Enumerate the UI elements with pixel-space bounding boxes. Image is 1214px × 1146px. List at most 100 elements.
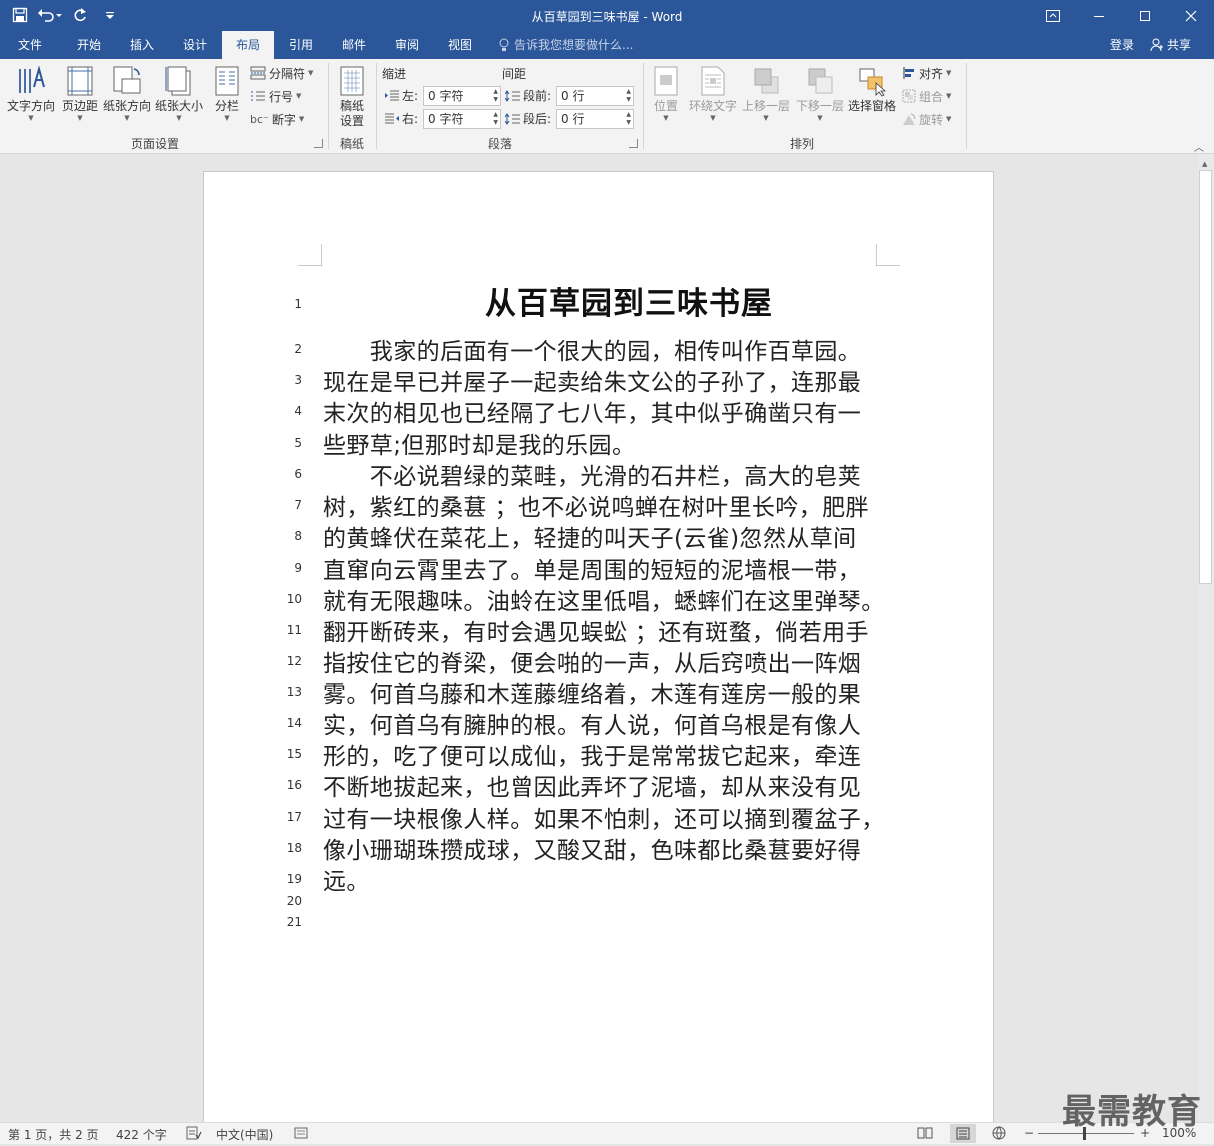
tell-me-box[interactable]: 告诉我您想要做什么...: [498, 31, 633, 59]
scrollbar-thumb[interactable]: [1199, 170, 1212, 584]
sign-in-link[interactable]: 登录: [1110, 31, 1134, 59]
margins-icon: [58, 63, 102, 97]
minimize-icon[interactable]: [1076, 0, 1122, 31]
line-numbers-button[interactable]: 行号 ▼: [250, 86, 301, 106]
spacing-after-input[interactable]: 0 行 ▲ ▼: [556, 109, 634, 129]
bring-forward-label: 上移一层: [741, 99, 790, 113]
tab-view[interactable]: 视图: [435, 31, 485, 59]
tab-review[interactable]: 审阅: [382, 31, 432, 59]
group-button[interactable]: 组合 ▼: [902, 86, 951, 106]
align-label: 对齐: [919, 66, 944, 81]
margins-button[interactable]: 页边距 ▼: [58, 63, 102, 122]
send-backward-button[interactable]: 下移一层 ▼: [794, 63, 846, 122]
line-numbers-icon: [251, 91, 265, 101]
tab-references[interactable]: 引用: [276, 31, 326, 59]
line-number: 16: [286, 778, 302, 792]
selection-pane-button[interactable]: 选择窗格: [846, 63, 898, 114]
tab-insert[interactable]: 插入: [117, 31, 167, 59]
word-count[interactable]: 422 个字: [116, 1126, 167, 1143]
align-button[interactable]: 对齐 ▼: [902, 63, 951, 83]
text-direction-label: 文字方向: [6, 99, 55, 113]
ribbon: 文字方向 ▼ 页边距 ▼ 纸张方向 ▼ 纸张大小 ▼ 分栏 ▼ 分隔符 ▼ 行号 ▼…: [0, 59, 1214, 154]
text-line: 翻开断砖来，有时会遇见蜈蚣 ；还有斑蝥，倘若用手: [323, 620, 869, 646]
title-bar: 从百草园到三味书屋 - Word: [0, 0, 1214, 31]
line-number: 2: [294, 342, 302, 356]
page-setup-launcher-icon[interactable]: [314, 139, 323, 148]
document-page[interactable]: 1 2 3 4 5 6 7 8 9 10 11 12 13 14 15 16 1…: [203, 171, 994, 1122]
paragraph-group-label: 段落: [487, 137, 512, 151]
web-layout-icon[interactable]: [992, 1126, 1008, 1143]
spacing-after-icon: [505, 112, 520, 125]
tab-layout[interactable]: 布局: [222, 31, 274, 59]
tab-file[interactable]: 文件: [8, 31, 52, 59]
spacing-before-input[interactable]: 0 行 ▲ ▼: [556, 86, 634, 106]
margins-label: 页边距: [61, 99, 98, 113]
text-line: 不断地拔起来，也曾因此弄坏了泥墙，却从来没有见: [323, 775, 862, 801]
position-button[interactable]: 位置 ▼: [648, 63, 684, 122]
selection-pane-icon: [846, 63, 898, 97]
text-line: 末次的相见也已经隔了七八年，其中似乎确凿只有一: [323, 401, 862, 427]
page-size-icon: [153, 63, 205, 97]
text-line: 的黄蜂伏在菜花上，轻捷的叫天子(云雀)忽然从草间: [323, 526, 857, 552]
line-number: 11: [286, 623, 302, 637]
manuscript-icon: [332, 63, 372, 97]
orientation-button[interactable]: 纸张方向 ▼: [102, 63, 152, 122]
proofing-icon[interactable]: [186, 1126, 202, 1143]
columns-button[interactable]: 分栏 ▼: [207, 63, 247, 122]
manuscript-settings-button[interactable]: 稿纸 设置: [332, 63, 372, 129]
line-number: 10: [286, 592, 302, 606]
line-number: 8: [294, 529, 302, 543]
zoom-out-icon[interactable]: −: [1024, 1126, 1034, 1140]
position-label: 位置: [653, 99, 678, 113]
columns-label: 分栏: [214, 99, 239, 113]
maximize-icon[interactable]: [1122, 0, 1168, 31]
page-count[interactable]: 第 1 页，共 2 页: [8, 1126, 99, 1143]
bring-forward-icon: [740, 63, 792, 97]
hyphenation-label: 断字: [271, 112, 296, 127]
manuscript-group-label: 稿纸: [339, 137, 364, 151]
page-setup-group-label: 页面设置: [130, 137, 179, 151]
text-direction-button[interactable]: 文字方向 ▼: [4, 63, 58, 122]
zoom-slider-track[interactable]: [1038, 1133, 1134, 1134]
hyphenation-button[interactable]: bc⁻ 断字 ▼: [250, 109, 304, 129]
manuscript-label-1: 稿纸: [339, 99, 364, 113]
language-indicator[interactable]: 中文(中国): [216, 1126, 273, 1143]
rotate-button[interactable]: 旋转 ▼: [902, 109, 951, 129]
paragraph-launcher-icon[interactable]: [629, 139, 638, 148]
tab-home[interactable]: 开始: [64, 31, 114, 59]
line-number: 9: [294, 561, 302, 575]
text-line: 雾。何首乌藤和木莲藤缠络着，木莲有莲房一般的果: [323, 682, 862, 708]
read-mode-icon[interactable]: [917, 1126, 933, 1143]
position-icon: [648, 63, 684, 97]
spacing-before-label: 段前:: [505, 87, 551, 104]
macro-recording-icon[interactable]: [294, 1126, 308, 1143]
ribbon-display-options-icon[interactable]: [1030, 0, 1076, 31]
line-numbers-label: 行号: [269, 89, 294, 104]
indent-right-input[interactable]: 0 字符 ▲ ▼: [423, 109, 501, 129]
close-icon[interactable]: [1168, 0, 1214, 31]
line-number: 15: [286, 747, 302, 761]
share-button[interactable]: 共享: [1150, 31, 1191, 59]
tab-design[interactable]: 设计: [170, 31, 220, 59]
vertical-scrollbar[interactable]: ▲: [1198, 154, 1214, 1122]
bring-forward-button[interactable]: 上移一层 ▼: [740, 63, 792, 122]
hyphenation-icon: bc⁻: [250, 112, 269, 126]
line-number: 1: [294, 297, 302, 311]
rotate-label: 旋转: [919, 112, 944, 127]
print-layout-icon[interactable]: [950, 1124, 976, 1143]
collapse-ribbon-icon[interactable]: ︿: [1194, 139, 1204, 154]
indent-left-input[interactable]: 0 字符 ▲ ▼: [423, 86, 501, 106]
text-line: 过有一块根像人样。如果不怕刺，还可以摘到覆盆子，: [323, 807, 885, 833]
text-line: 就有无限趣味。油蛉在这里低唱，蟋蟀们在这里弹琴。: [323, 589, 885, 615]
line-number: 13: [286, 685, 302, 699]
tab-mailings[interactable]: 邮件: [329, 31, 379, 59]
scroll-up-icon[interactable]: ▲: [1202, 160, 1207, 168]
line-number: 12: [286, 654, 302, 668]
page-size-button[interactable]: 纸张大小 ▼: [153, 63, 205, 122]
columns-icon: [207, 63, 247, 97]
text-line: 指按住它的脊梁，便会啪的一声，从后窍喷出一阵烟: [323, 651, 862, 677]
wrap-text-button[interactable]: 环绕文字 ▼: [686, 63, 740, 122]
line-number: 4: [294, 404, 302, 418]
breaks-button[interactable]: 分隔符 ▼: [250, 63, 313, 83]
text-line: 远。: [323, 869, 370, 895]
